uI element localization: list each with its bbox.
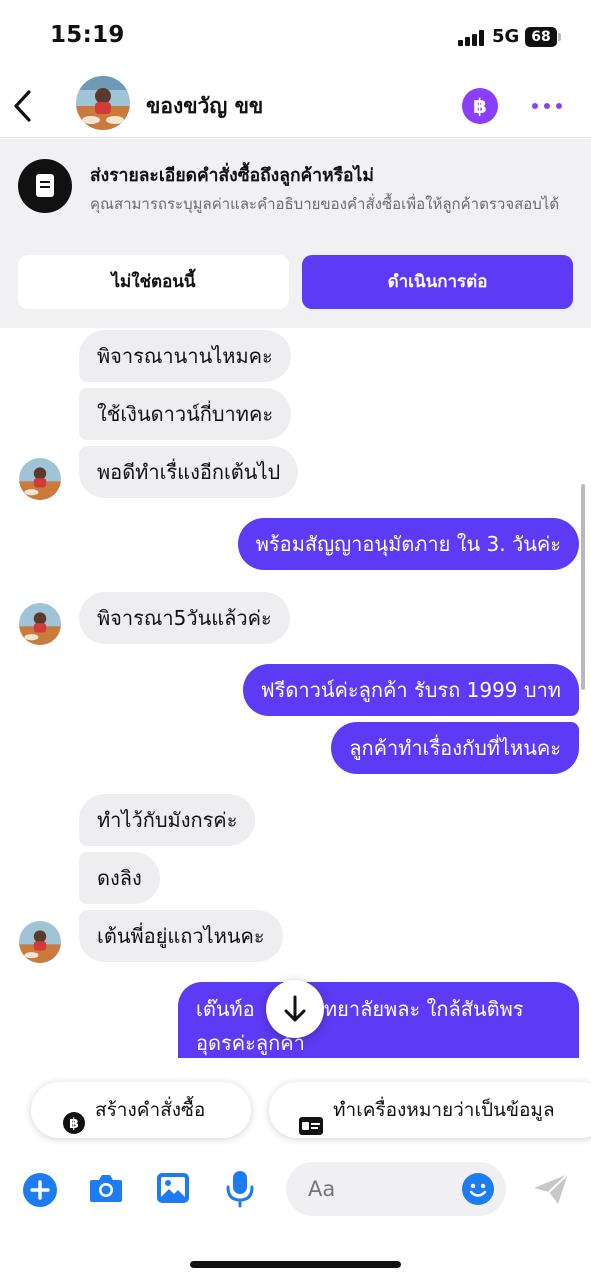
arrow-down-icon[interactable] bbox=[266, 980, 324, 1038]
message-outgoing[interactable]: ฟรีดาวน์ค่ะลูกค้า รับรถ 1999 บาท bbox=[242, 664, 579, 716]
contact-avatar-small[interactable] bbox=[19, 603, 61, 645]
contact-avatar-small[interactable] bbox=[19, 458, 61, 500]
create-order-chip[interactable]: ฿ สร้างคำสั่งซื้อ bbox=[31, 1082, 251, 1138]
message-incoming[interactable]: เต้นพี่อยู่แถวไหนคะ bbox=[79, 910, 283, 962]
message-outgoing[interactable]: เต๊นท์อ วิทยาลัยพละ ใกล้สันติพร อุดรค่ะลู… bbox=[178, 982, 579, 1058]
camera-icon[interactable] bbox=[88, 1172, 124, 1208]
quick-actions: ฿ สร้างคำสั่งซื้อ ทำเครื่องหมายว่าเป็นข้… bbox=[0, 1080, 591, 1140]
message-incoming[interactable]: ดงลิง bbox=[79, 852, 160, 904]
contact-name[interactable]: ของขวัญ ขข bbox=[146, 90, 263, 123]
message-text: วิทยาลัยพละ ใกล้สันติพร bbox=[312, 997, 524, 1021]
mark-info-label: ทำเครื่องหมายว่าเป็นข้อมูล bbox=[333, 1099, 555, 1121]
send-icon[interactable] bbox=[532, 1172, 570, 1210]
image-icon[interactable] bbox=[155, 1170, 191, 1210]
back-icon[interactable] bbox=[8, 86, 40, 126]
svg-text:฿: ฿ bbox=[69, 1116, 79, 1132]
baht-icon[interactable]: ฿ bbox=[462, 88, 498, 124]
status-time: 15:19 bbox=[50, 22, 125, 48]
message-outgoing[interactable]: พร้อมสัญญาอนุมัตภาย ใน 3. วันค่ะ bbox=[237, 518, 579, 570]
message-text: เต๊นท์อ bbox=[196, 997, 255, 1021]
message-outgoing[interactable]: ลูกค้าทำเรื่องกับที่ไหนคะ bbox=[331, 722, 579, 774]
baht-icon: ฿ bbox=[63, 1100, 85, 1138]
banner-title: ส่งรายละเอียดคำสั่งซื้อถึงลูกค้าหรือไม่ bbox=[90, 166, 374, 186]
banner-description: คุณสามารถระบุมูลค่าและคำอธิบายของคำสั่งซ… bbox=[90, 195, 560, 213]
contact-avatar[interactable] bbox=[76, 76, 130, 130]
message-input-container[interactable] bbox=[286, 1162, 506, 1216]
document-icon bbox=[18, 159, 72, 213]
message-input[interactable] bbox=[308, 1162, 448, 1216]
signal-icon bbox=[458, 30, 486, 46]
message-incoming[interactable]: ทำไว้กับมังกรค่ะ bbox=[79, 794, 256, 846]
continue-button[interactable]: ดำเนินการต่อ bbox=[302, 255, 573, 309]
status-bar: 15:19 5G 68 bbox=[0, 0, 591, 72]
create-order-label: สร้างคำสั่งซื้อ bbox=[95, 1099, 206, 1121]
battery-icon: 68 bbox=[525, 27, 561, 47]
battery-level: 68 bbox=[525, 27, 557, 47]
plus-icon[interactable] bbox=[22, 1172, 58, 1212]
microphone-icon[interactable] bbox=[225, 1170, 255, 1212]
chat-header: ของขวัญ ขข ฿ bbox=[0, 72, 591, 138]
id-card-icon bbox=[299, 1101, 323, 1138]
emoji-icon[interactable] bbox=[461, 1172, 495, 1210]
scrollbar[interactable] bbox=[581, 484, 585, 690]
home-indicator[interactable] bbox=[190, 1261, 401, 1268]
composer bbox=[0, 1158, 591, 1222]
mark-info-chip[interactable]: ทำเครื่องหมายว่าเป็นข้อมูล bbox=[269, 1082, 591, 1138]
network-label: 5G bbox=[492, 26, 520, 47]
order-details-banner: ส่งรายละเอียดคำสั่งซื้อถึงลูกค้าหรือไม่ … bbox=[0, 139, 591, 328]
contact-avatar-small[interactable] bbox=[19, 921, 61, 963]
message-incoming[interactable]: พิจารณา5วันแล้วค่ะ bbox=[79, 592, 290, 644]
more-icon[interactable] bbox=[530, 92, 564, 120]
message-text: อุดรค่ะลูกค้า bbox=[196, 1031, 305, 1055]
message-incoming[interactable]: พิจารณานานไหมคะ bbox=[79, 330, 291, 382]
not-now-button[interactable]: ไม่ใช่ตอนนี้ bbox=[18, 255, 289, 309]
message-list[interactable]: พิจารณานานไหมคะ ใช้เงินดาวน์กี่บาทคะ พอด… bbox=[0, 328, 591, 1058]
message-incoming[interactable]: พอดีทำเรื่แงอีกเต้นไป bbox=[79, 446, 299, 498]
message-incoming[interactable]: ใช้เงินดาวน์กี่บาทคะ bbox=[79, 388, 292, 440]
